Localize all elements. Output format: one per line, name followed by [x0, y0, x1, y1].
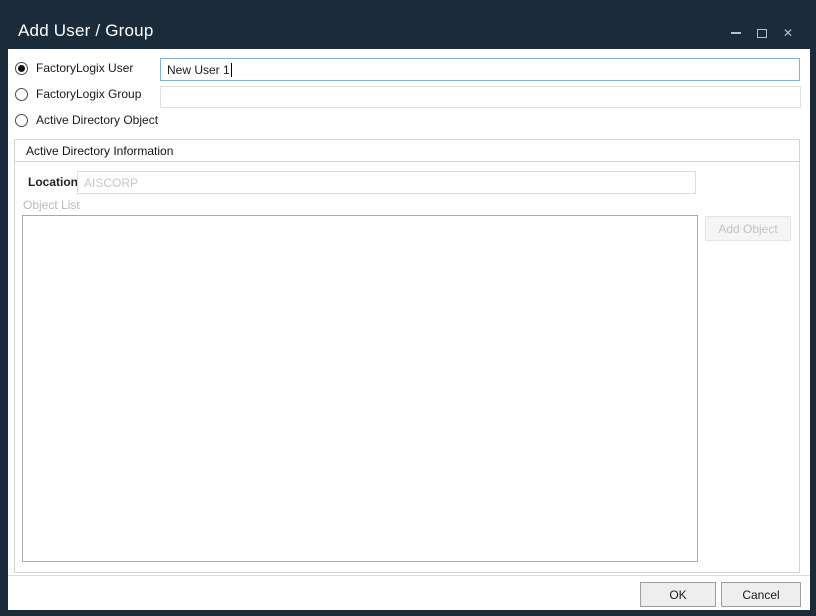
add-user-group-dialog: Add User / Group ✕ FactoryLogix User Fac… [0, 0, 816, 616]
dialog-content: FactoryLogix User FactoryLogix Group Act… [8, 49, 810, 610]
close-button[interactable]: ✕ [782, 26, 794, 40]
radio-button-icon[interactable] [15, 62, 28, 75]
radio-option-active-directory-object[interactable]: Active Directory Object [15, 109, 158, 131]
ok-button[interactable]: OK [640, 582, 716, 607]
dialog-title: Add User / Group [18, 21, 153, 41]
radio-label: FactoryLogix User [36, 61, 133, 75]
minimize-icon [731, 32, 741, 34]
object-list-box[interactable] [22, 215, 698, 562]
text-caret [231, 63, 232, 77]
active-directory-groupbox: Active Directory Information Location: O… [14, 139, 800, 573]
user-name-value: New User 1 [167, 63, 230, 77]
radio-label: FactoryLogix Group [36, 87, 141, 101]
radio-option-factorylogix-group[interactable]: FactoryLogix Group [15, 83, 141, 105]
cancel-button[interactable]: Cancel [721, 582, 801, 607]
location-label: Location: [28, 171, 82, 194]
window-controls: ✕ [730, 20, 794, 46]
group-name-input[interactable] [160, 86, 801, 108]
radio-option-factorylogix-user[interactable]: FactoryLogix User [15, 57, 133, 79]
object-list-label: Object List [23, 198, 80, 212]
radio-button-icon[interactable] [15, 88, 28, 101]
title-bar[interactable]: Add User / Group ✕ [0, 0, 816, 49]
radio-label: Active Directory Object [36, 113, 158, 127]
maximize-icon [757, 29, 767, 38]
radio-button-icon[interactable] [15, 114, 28, 127]
groupbox-header: Active Directory Information [15, 140, 799, 162]
location-input [77, 171, 696, 194]
close-icon: ✕ [783, 27, 793, 39]
minimize-button[interactable] [730, 26, 742, 40]
add-object-button[interactable]: Add Object [705, 216, 791, 241]
user-name-input[interactable]: New User 1 [160, 58, 800, 81]
maximize-button[interactable] [756, 26, 768, 40]
